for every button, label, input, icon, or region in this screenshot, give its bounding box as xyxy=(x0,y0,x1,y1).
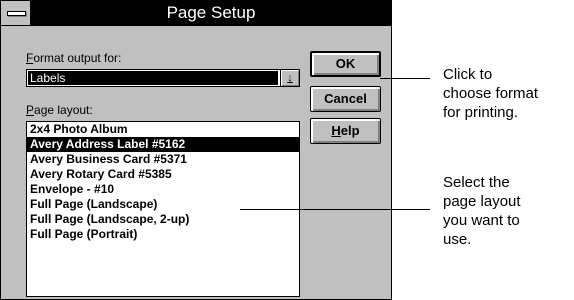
ok-button[interactable]: OK xyxy=(310,51,381,77)
page-layout-label: Page layout: xyxy=(26,103,93,117)
list-item[interactable]: Avery Business Card #5371 xyxy=(27,152,299,167)
arrow-down-icon: ↓ xyxy=(287,72,293,84)
layout-callout-line-2: page layout xyxy=(443,193,521,210)
list-item-selected[interactable]: Avery Address Label #5162 xyxy=(27,137,299,152)
help-label-text: elp xyxy=(340,123,360,138)
list-item[interactable]: Full Page (Portrait) xyxy=(27,227,299,242)
layout-callout-line-1: Select the xyxy=(443,174,510,191)
page-layout-mnemonic: P xyxy=(26,103,35,117)
cancel-button[interactable]: Cancel xyxy=(310,86,381,112)
format-output-label: Format output for: xyxy=(26,51,121,65)
layout-callout-line xyxy=(240,209,430,210)
format-output-value: Labels xyxy=(28,71,278,85)
help-button[interactable]: Help xyxy=(310,118,381,144)
format-output-label-text: ormat output for: xyxy=(33,51,122,65)
format-output-dropdown[interactable]: Labels ↓ xyxy=(26,69,300,87)
format-callout-line xyxy=(380,78,430,79)
list-item[interactable]: Avery Rotary Card #5385 xyxy=(27,167,299,182)
layout-callout: Select the page layout you want to use. xyxy=(443,173,521,249)
layout-callout-line-4: use. xyxy=(443,231,472,248)
help-mnemonic: H xyxy=(331,123,341,138)
title-bar: Page Setup xyxy=(1,1,391,26)
list-item[interactable]: Full Page (Landscape, 2-up) xyxy=(27,212,299,227)
system-menu-button[interactable] xyxy=(1,1,31,25)
list-item[interactable]: 2x4 Photo Album xyxy=(27,122,299,137)
layout-callout-line-3: you want to xyxy=(443,212,520,229)
system-menu-icon xyxy=(7,11,26,16)
page-setup-dialog: Page Setup Format output for: Labels ↓ P… xyxy=(0,0,392,300)
list-item[interactable]: Envelope - #10 xyxy=(27,182,299,197)
format-callout-line-2: choose format xyxy=(443,85,539,102)
dialog-title: Page Setup xyxy=(166,3,256,22)
page-layout-label-text: age layout: xyxy=(34,103,93,117)
format-callout-line-3: for printing. xyxy=(443,104,519,121)
format-callout-line-1: Click to xyxy=(443,66,493,83)
format-callout: Click to choose format for printing. xyxy=(443,65,538,122)
dropdown-arrow-button[interactable]: ↓ xyxy=(280,70,299,86)
